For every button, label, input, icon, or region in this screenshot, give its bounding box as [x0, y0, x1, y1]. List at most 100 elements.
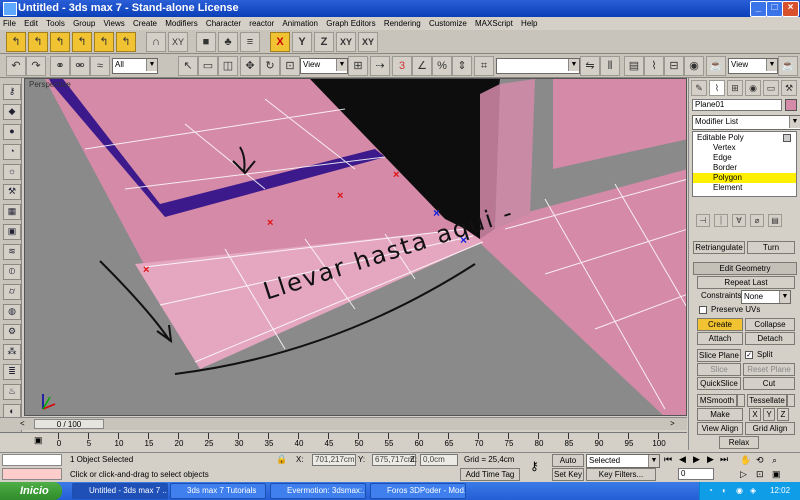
- object-icon[interactable]: ◆: [3, 104, 21, 120]
- display-tab-icon[interactable]: ▭: [763, 80, 779, 96]
- schematic-view-icon[interactable]: ⊟: [664, 56, 684, 76]
- tray-icon[interactable]: ◉: [736, 482, 743, 500]
- bones-icon[interactable]: ♣: [218, 32, 238, 52]
- modifier-list-dropdown[interactable]: Modifier List ▼: [692, 115, 800, 130]
- make-planar-button[interactable]: Make Planar: [697, 408, 743, 430]
- menu-reactor[interactable]: reactor: [246, 17, 277, 30]
- view-align-button[interactable]: View Align: [697, 422, 743, 435]
- key-icon[interactable]: ⚷: [530, 459, 539, 473]
- minimize-button[interactable]: _: [750, 1, 767, 17]
- flag-icon[interactable]: ↰: [94, 32, 114, 52]
- particle-icon[interactable]: ⁂: [3, 344, 21, 360]
- menu-customize[interactable]: Customize: [426, 17, 470, 30]
- material-editor-icon[interactable]: ◉: [684, 56, 704, 76]
- start-button[interactable]: Inicio: [0, 482, 62, 500]
- clock[interactable]: 12:02: [770, 482, 790, 500]
- reference-coordinate-dropdown[interactable]: View ▼: [300, 58, 348, 74]
- turn-button[interactable]: Turn: [747, 241, 795, 254]
- flag-icon[interactable]: ↰: [116, 32, 136, 52]
- teapot-icon[interactable]: ♨: [3, 384, 21, 400]
- snap-3d-icon[interactable]: 3: [392, 56, 412, 76]
- shape-icon[interactable]: ◔: [3, 144, 21, 160]
- scale-icon[interactable]: ⊡: [280, 56, 300, 76]
- menu-views[interactable]: Views: [101, 17, 128, 30]
- maximize-viewport-icon[interactable]: ▣: [772, 469, 781, 480]
- mirror-icon[interactable]: ⇋: [580, 56, 600, 76]
- menu-group[interactable]: Group: [70, 17, 98, 30]
- curve-icon[interactable]: ↰: [50, 32, 70, 52]
- set-key-button[interactable]: Set Key: [552, 468, 584, 481]
- close-button[interactable]: ×: [782, 1, 799, 17]
- gear-icon[interactable]: ⚙: [3, 324, 21, 340]
- menu-rendering[interactable]: Rendering: [381, 17, 424, 30]
- link-icon[interactable]: ⚭: [50, 56, 70, 76]
- hinge-icon[interactable]: ↰: [6, 32, 26, 52]
- cylinder-icon[interactable]: ⌭: [3, 284, 21, 300]
- sphere-icon[interactable]: ●: [3, 124, 21, 140]
- named-selection-icon[interactable]: ⌗: [474, 56, 494, 76]
- maximize-button[interactable]: □: [766, 1, 783, 17]
- stack-item-edge[interactable]: Edge: [713, 153, 732, 163]
- selection-filter-dropdown[interactable]: All ▼: [112, 58, 158, 74]
- window-crossing-icon[interactable]: ◫: [218, 56, 238, 76]
- tessellate-settings-icon[interactable]: [787, 394, 795, 407]
- field-of-view-icon[interactable]: ▷: [740, 469, 747, 480]
- time-slider-thumb[interactable]: 0 / 100: [34, 419, 104, 429]
- angle-snap-icon[interactable]: ∠: [412, 56, 432, 76]
- bind-space-warp-icon[interactable]: ≈: [90, 56, 110, 76]
- planar-y-button[interactable]: Y: [763, 408, 775, 421]
- preserve-uvs-checkbox[interactable]: [699, 306, 707, 314]
- y-axis-button[interactable]: Y: [292, 32, 312, 52]
- track-bar[interactable]: ▣ 0 5 10 15 20 25 30 35 40 45 50 55 60 65 70 75 80 85 90 95…: [0, 432, 687, 452]
- z-coord-field[interactable]: 0,0cm: [420, 454, 458, 466]
- stack-item-root[interactable]: Editable Poly: [697, 133, 744, 143]
- unlink-icon[interactable]: ⚮: [70, 56, 90, 76]
- show-end-result-icon[interactable]: ⏐: [714, 214, 728, 227]
- current-frame-field[interactable]: 0: [678, 468, 714, 480]
- x-coord-field[interactable]: 701,217cm: [312, 454, 356, 466]
- bone-icon[interactable]: ⦶: [3, 264, 21, 280]
- helper-icon[interactable]: ⚒: [3, 184, 21, 200]
- ik-icon[interactable]: ≡: [240, 32, 260, 52]
- taskbar-item[interactable]: 3ds max 7 Tutorials: [170, 483, 266, 499]
- edit-geometry-rollout[interactable]: Edit Geometry: [693, 262, 797, 275]
- time-slider[interactable]: < 0 / 100 >: [0, 417, 687, 430]
- collapse-button[interactable]: Collapse: [745, 318, 795, 331]
- hierarchy-tab-icon[interactable]: ⊞: [727, 80, 743, 96]
- render-scene-icon[interactable]: ☕: [706, 56, 726, 76]
- attach-button[interactable]: Attach: [697, 332, 743, 345]
- named-selection-dropdown[interactable]: ▼: [496, 58, 580, 74]
- object-name-field[interactable]: Plane01: [692, 99, 782, 111]
- grid-align-button[interactable]: Grid Align: [745, 422, 795, 435]
- zoom-extents-icon[interactable]: ⊡: [756, 469, 764, 480]
- maxscript-listener-field[interactable]: [2, 454, 62, 466]
- window-title-bar[interactable]: Untitled - 3ds max 7 - Stand-alone Licen…: [0, 0, 800, 17]
- menu-maxscript[interactable]: MAXScript: [472, 17, 516, 30]
- taskbar-item[interactable]: Untitled - 3ds max 7 ...: [72, 483, 168, 499]
- detach-button[interactable]: Detach: [745, 332, 795, 345]
- menu-graph-editors[interactable]: Graph Editors: [323, 17, 378, 30]
- tray-icon[interactable]: ◈: [750, 482, 756, 500]
- auto-key-button[interactable]: Auto Key: [552, 454, 584, 476]
- menu-file[interactable]: File: [0, 17, 19, 30]
- track-bar-icon[interactable]: ▣: [34, 435, 43, 446]
- relax-button[interactable]: Relax: [719, 436, 759, 449]
- stack-item-polygon[interactable]: Polygon: [713, 173, 742, 183]
- menu-edit[interactable]: Edit: [21, 17, 41, 30]
- spinner-snap-icon[interactable]: ⇕: [452, 56, 472, 76]
- utilities-tab-icon[interactable]: ⚒: [781, 80, 797, 96]
- redo-icon[interactable]: ↷: [26, 56, 46, 76]
- camera-icon[interactable]: ◍: [3, 304, 21, 320]
- viewport-label[interactable]: Perspective: [29, 80, 71, 89]
- menu-animation[interactable]: Animation: [279, 17, 321, 30]
- slice-plane-button[interactable]: Slice Plane: [697, 349, 741, 362]
- cut-button[interactable]: Cut: [743, 377, 795, 390]
- menu-help[interactable]: Help: [518, 17, 540, 30]
- quick-render-icon[interactable]: ☕: [778, 56, 798, 76]
- select-object-icon[interactable]: ↖: [178, 56, 198, 76]
- menu-tools[interactable]: Tools: [43, 17, 68, 30]
- split-checkbox[interactable]: ✓: [745, 351, 753, 359]
- play-icon[interactable]: ▶: [693, 454, 700, 465]
- tray-icon[interactable]: ◐: [722, 482, 727, 500]
- xy-plane-button[interactable]: XY: [358, 32, 378, 52]
